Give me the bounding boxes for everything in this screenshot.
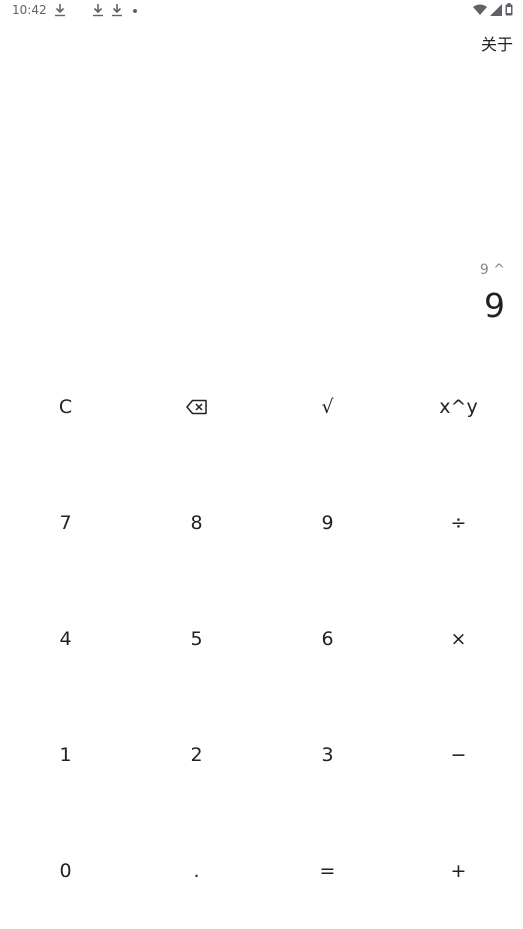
battery-icon (505, 1, 513, 20)
status-bar: 10:42 (0, 0, 523, 22)
digit-0-button[interactable]: 0 (0, 813, 131, 929)
status-right-icons (473, 1, 513, 20)
digit-8-button[interactable]: 8 (131, 465, 262, 581)
clear-button[interactable]: C (0, 349, 131, 465)
keypad: C √ x^y 7 8 9 ÷ 4 5 6 × 1 2 3 − 0 . = + (0, 349, 523, 929)
status-time: 10:42 (12, 3, 47, 17)
sqrt-button[interactable]: √ (262, 349, 393, 465)
signal-icon (490, 1, 502, 20)
download-icon (111, 2, 123, 17)
wifi-icon (473, 1, 487, 20)
power-button[interactable]: x^y (393, 349, 523, 465)
backspace-icon (185, 399, 208, 415)
calculator-screen: 10:42 关于 9 ^ 9 C √ x^y 7 8 9 ÷ 4 5 6 × 1… (0, 0, 523, 929)
digit-5-button[interactable]: 5 (131, 581, 262, 697)
divide-button[interactable]: ÷ (393, 465, 523, 581)
multiply-button[interactable]: × (393, 581, 523, 697)
download-icon (54, 2, 66, 17)
subtract-button[interactable]: − (393, 697, 523, 813)
notification-dot-icon (133, 9, 137, 13)
backspace-button[interactable] (131, 349, 262, 465)
about-menu-item[interactable]: 关于 (481, 31, 513, 55)
digit-9-button[interactable]: 9 (262, 465, 393, 581)
result-display: 9 (484, 286, 505, 325)
decimal-button[interactable]: . (131, 813, 262, 929)
digit-4-button[interactable]: 4 (0, 581, 131, 697)
digit-6-button[interactable]: 6 (262, 581, 393, 697)
digit-7-button[interactable]: 7 (0, 465, 131, 581)
expression-display: 9 ^ (479, 262, 505, 278)
download-icon (92, 2, 104, 17)
equals-button[interactable]: = (262, 813, 393, 929)
digit-1-button[interactable]: 1 (0, 697, 131, 813)
digit-2-button[interactable]: 2 (131, 697, 262, 813)
digit-3-button[interactable]: 3 (262, 697, 393, 813)
add-button[interactable]: + (393, 813, 523, 929)
